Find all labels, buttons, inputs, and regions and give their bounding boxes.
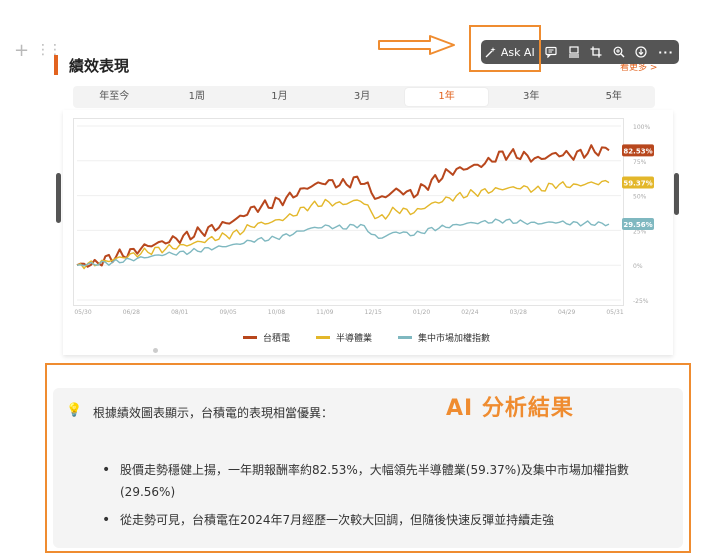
tab-5y[interactable]: 5年	[572, 88, 655, 106]
x-tick-label: 01/20	[413, 309, 430, 316]
end-value-label: 59.37%	[623, 180, 652, 188]
legend-label-semiconductor: 半導體業	[336, 334, 373, 344]
x-tick-label: 03/28	[510, 309, 527, 316]
x-tick-label: 11/09	[316, 309, 333, 316]
series-line	[76, 144, 610, 268]
list-item: 從走勢可見，台積電在2024年7月經歷一次較大回調，但隨後快速反彈並持續走強	[100, 509, 670, 531]
x-tick-label: 05/30	[74, 309, 91, 316]
more-button[interactable]: ···	[653, 40, 679, 64]
list-item: 股價走勢穩健上揚，一年期報酬率約82.53%，大幅領先半導體業(59.37%)及…	[100, 459, 670, 503]
x-tick-label: 12/15	[365, 309, 382, 316]
x-tick-label: 08/01	[171, 309, 188, 316]
chart-legend: 台積電 半導體業 集中市場加權指數	[243, 331, 490, 344]
lightbulb-icon: 💡	[66, 403, 83, 418]
download-button[interactable]	[630, 40, 653, 64]
layout-button[interactable]	[562, 40, 585, 64]
ai-analysis-heading: AI 分析結果	[446, 396, 574, 421]
legend-item-taiex: 集中市場加權指數	[398, 331, 490, 344]
ai-intro-text: 根據績效圖表顯示，台積電的表現相當優異：	[93, 406, 334, 420]
y-tick-label: 100%	[633, 124, 650, 131]
tab-1m[interactable]: 1月	[238, 88, 321, 106]
y-tick-label: -25%	[633, 298, 649, 305]
tab-1w[interactable]: 1周	[156, 88, 239, 106]
tab-3m[interactable]: 3月	[321, 88, 404, 106]
more-icon: ···	[658, 45, 674, 59]
comment-button[interactable]	[540, 40, 563, 64]
crop-button[interactable]	[585, 40, 608, 64]
carousel-dot[interactable]	[153, 348, 158, 353]
x-tick-label: 06/28	[123, 309, 140, 316]
legend-item-semiconductor: 半導體業	[316, 331, 372, 344]
ask-ai-highlight-box	[469, 25, 541, 72]
period-tabs: 年至今 1周 1月 3月 1年 3年 5年	[73, 86, 655, 108]
title-accent-bar	[54, 55, 58, 75]
zoom-in-icon	[613, 46, 625, 58]
tab-ytd[interactable]: 年至今	[73, 88, 156, 106]
end-value-label: 82.53%	[623, 147, 652, 155]
end-value-label: 29.56%	[623, 221, 652, 229]
add-block-icon[interactable]: +	[14, 40, 29, 61]
legend-label-tsmc: 台積電	[263, 334, 291, 344]
legend-swatch-semiconductor	[316, 336, 331, 339]
y-tick-label: 50%	[633, 194, 647, 201]
pointer-arrow-icon	[378, 35, 455, 55]
resize-handle-left[interactable]	[56, 173, 61, 223]
layout-icon	[568, 46, 579, 58]
legend-item-tsmc: 台積電	[243, 331, 290, 344]
ai-bullet-list: 股價走勢穩健上揚，一年期報酬率約82.53%，大幅領先半導體業(59.37%)及…	[100, 459, 670, 537]
x-tick-label: 05/31	[606, 309, 623, 316]
crop-icon	[590, 46, 602, 58]
y-tick-label: 75%	[633, 159, 647, 166]
section-title: 績效表現	[69, 57, 130, 75]
tab-1y[interactable]: 1年	[405, 88, 488, 106]
x-tick-label: 04/29	[558, 309, 575, 316]
y-tick-label: 0%	[633, 263, 643, 270]
comment-icon	[545, 46, 557, 58]
tab-3y[interactable]: 3年	[490, 88, 573, 106]
performance-chart: 100%75%50%25%0%-25%05/30 06/28 08/01 09/05 1…	[74, 124, 654, 316]
x-tick-label: 09/05	[219, 309, 236, 316]
x-tick-label: 02/24	[461, 309, 478, 316]
legend-swatch-tsmc	[243, 336, 257, 339]
download-icon	[635, 46, 648, 58]
resize-handle-right[interactable]	[674, 173, 679, 215]
legend-label-taiex: 集中市場加權指數	[418, 334, 491, 344]
x-tick-label: 10/08	[268, 309, 285, 316]
zoom-in-button[interactable]	[608, 40, 631, 64]
legend-swatch-taiex	[398, 336, 413, 339]
